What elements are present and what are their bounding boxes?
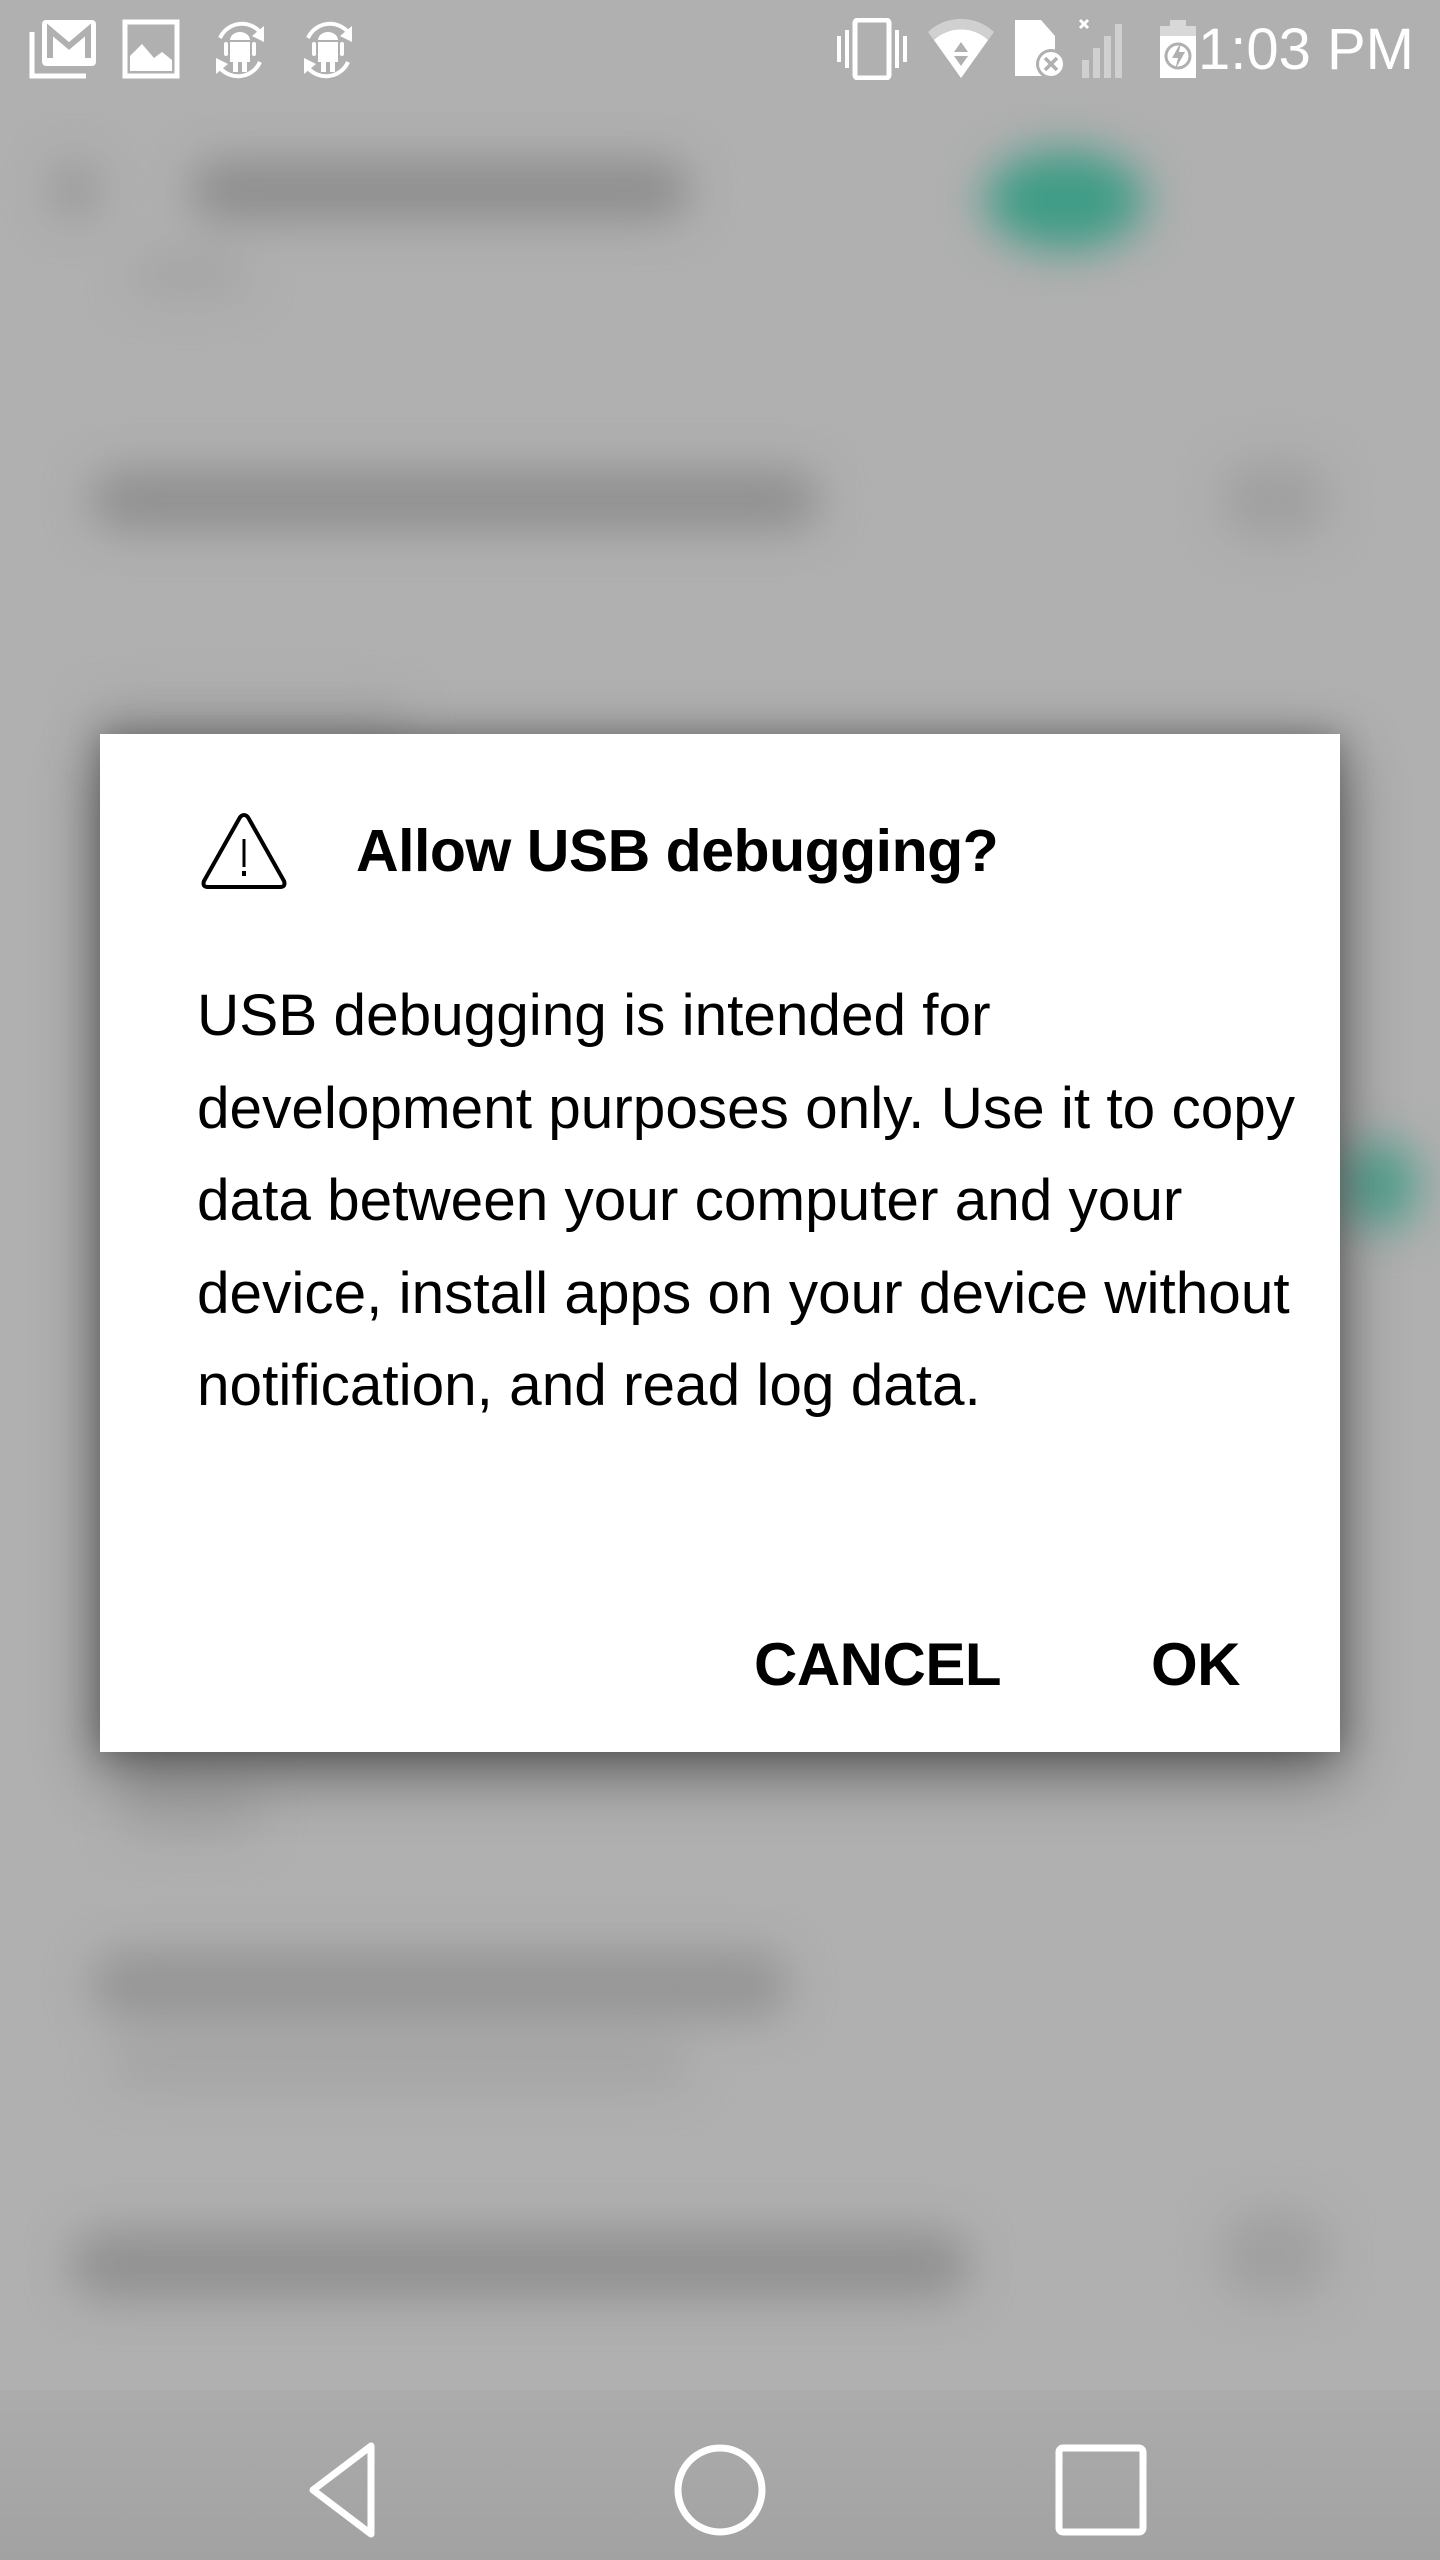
- dialog-actions: CANCEL OK: [754, 1614, 1241, 1714]
- dialog-title: Allow USB debugging?: [356, 818, 999, 884]
- cancel-button[interactable]: CANCEL: [754, 1630, 1002, 1699]
- bg-row-below-3-value: [1220, 2210, 1330, 2300]
- bg-row-1-label: [90, 470, 820, 530]
- bg-toolbar-title: [190, 160, 690, 220]
- bg-back-arrow: [50, 160, 100, 220]
- navigation-bar: [0, 2390, 1440, 2560]
- gmail-icon: [29, 20, 96, 79]
- bg-master-toggle: [985, 150, 1145, 250]
- bg-row-below-1: [120, 1780, 260, 1840]
- no-sim-icon: [1015, 20, 1066, 79]
- status-time: 1:03 PM: [1198, 17, 1414, 82]
- usb-debugging-dialog: Allow USB debugging? USB debugging is in…: [100, 734, 1340, 1752]
- signal-off-icon: [1078, 18, 1122, 78]
- recents-button[interactable]: [1046, 2435, 1156, 2545]
- status-bar: 1:03 PM: [0, 0, 1440, 100]
- dialog-header: Allow USB debugging?: [200, 796, 999, 906]
- bg-row-below-3: [70, 2230, 970, 2300]
- bg-usb-toggle: [1340, 1140, 1420, 1230]
- bg-row-below-2-sub: [110, 2040, 690, 2090]
- dialog-message: USB debugging is intended for developmen…: [197, 983, 1296, 1418]
- home-button[interactable]: [665, 2435, 775, 2545]
- gallery-icon: [122, 19, 180, 79]
- battery-charging-icon: [1160, 20, 1196, 78]
- vibrate-icon: [837, 18, 907, 80]
- recents-icon: [1055, 2444, 1147, 2536]
- android-sync-icon: [216, 21, 264, 79]
- bg-subtitle: [130, 250, 250, 300]
- bg-row-below-2: [90, 1950, 790, 2020]
- back-button[interactable]: [287, 2435, 397, 2545]
- wifi-icon: [928, 18, 994, 78]
- android-sync-icon: [304, 21, 352, 79]
- warning-icon: [201, 813, 287, 889]
- bg-row-1-value: [1220, 460, 1330, 540]
- back-icon: [309, 2442, 375, 2538]
- home-icon: [674, 2444, 766, 2536]
- ok-button[interactable]: OK: [1151, 1630, 1241, 1699]
